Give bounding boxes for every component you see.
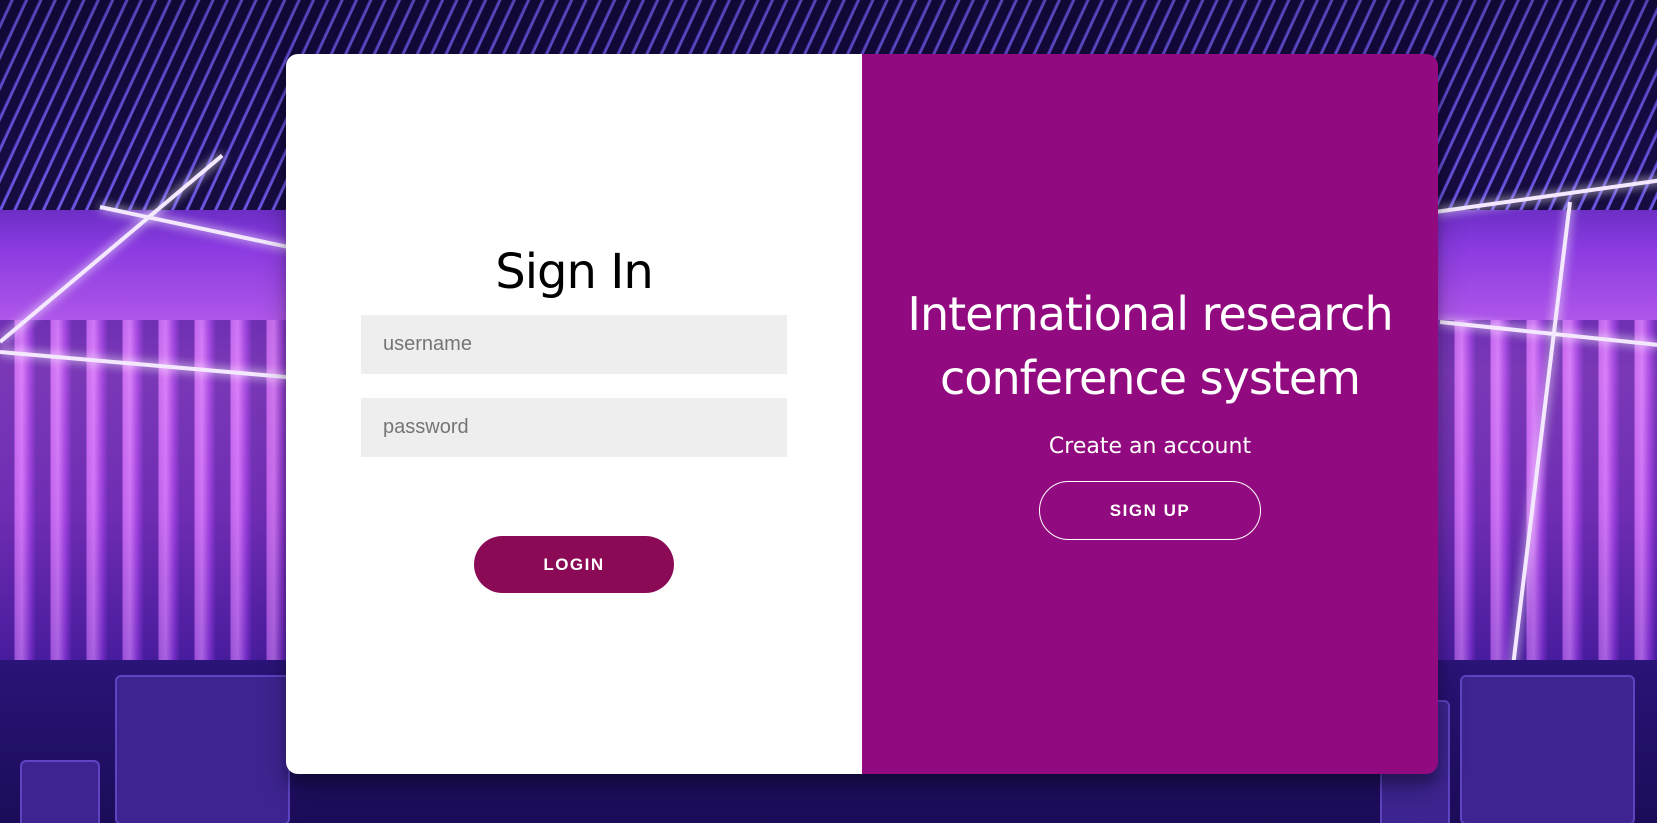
system-headline: International research conference system	[907, 287, 1393, 405]
signup-panel: International research conference system…	[862, 54, 1438, 774]
chair	[115, 675, 290, 823]
chair	[20, 760, 100, 823]
password-input[interactable]	[361, 398, 787, 457]
light-strip	[99, 205, 297, 251]
signin-panel: Sign In LOGIN	[286, 54, 862, 774]
username-input[interactable]	[361, 315, 787, 374]
auth-card: Sign In LOGIN International research con…	[286, 54, 1438, 774]
signin-title: Sign In	[495, 244, 654, 300]
create-account-text: Create an account	[1048, 434, 1252, 459]
signup-button[interactable]: SIGN UP	[1039, 481, 1261, 540]
chair	[1460, 675, 1635, 823]
login-button[interactable]: LOGIN	[474, 536, 674, 593]
